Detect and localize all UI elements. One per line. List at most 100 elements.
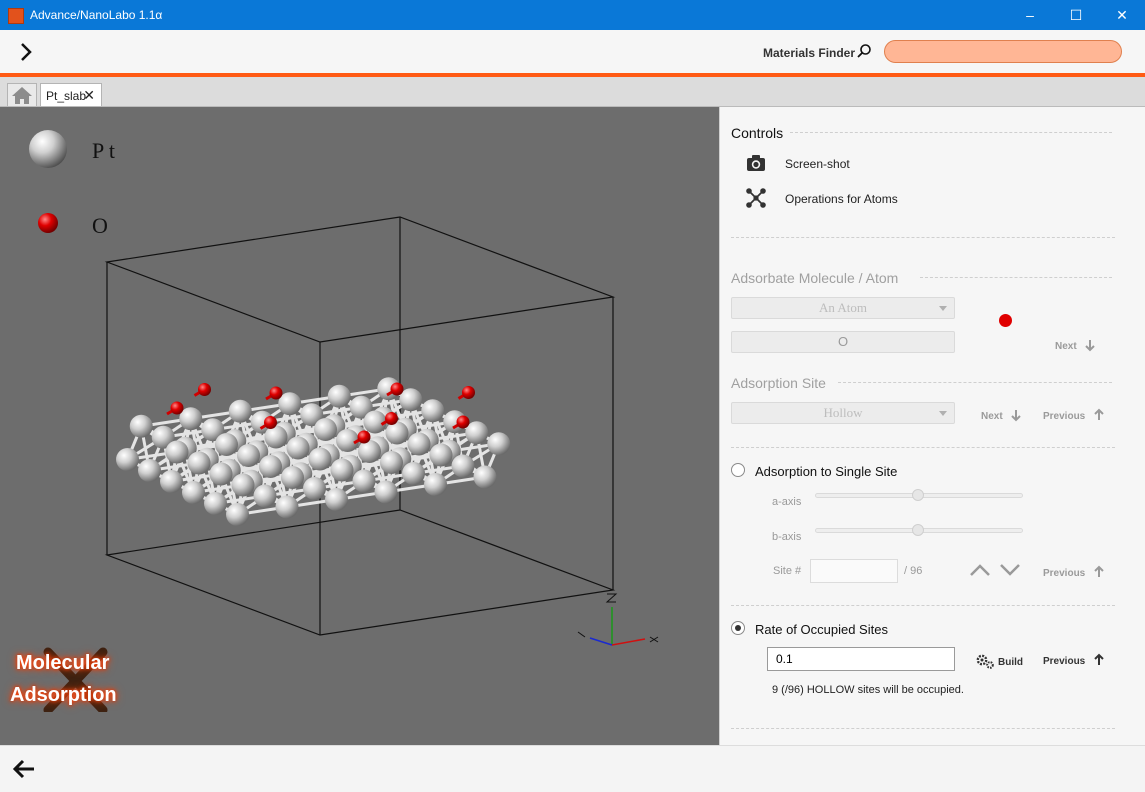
arrow-left-icon[interactable] xyxy=(12,758,36,780)
molecular-adsorption-badge: Molecular Adsorption xyxy=(8,647,158,722)
arrow-up-icon xyxy=(1094,653,1104,665)
rate-input[interactable] xyxy=(767,647,955,671)
o-atom xyxy=(170,401,184,415)
app-footer xyxy=(0,745,1145,792)
materials-finder-label: Materials Finder xyxy=(763,46,856,60)
pt-atom xyxy=(352,469,376,493)
next-label: Next xyxy=(981,411,1003,422)
b-axis-slider-thumb[interactable] xyxy=(912,524,924,536)
rate-previous-button[interactable]: Previous xyxy=(1043,653,1106,667)
o-atom xyxy=(264,416,277,429)
search-icon[interactable] xyxy=(856,43,872,59)
rate-radio[interactable] xyxy=(731,621,745,635)
adsorbate-title: Adsorbate Molecule / Atom xyxy=(731,270,899,286)
pt-atom xyxy=(402,462,425,485)
build-button[interactable]: Build xyxy=(975,652,1023,670)
rate-label: Rate of Occupied Sites xyxy=(755,622,888,637)
adsorption-site-value: Hollow xyxy=(823,405,863,420)
badge-line-molecular: Molecular xyxy=(16,652,110,674)
o-atom xyxy=(357,430,371,444)
site-next-button[interactable]: Next xyxy=(981,408,1023,422)
pt-atom xyxy=(429,443,453,467)
home-icon xyxy=(12,87,32,104)
pt-atom xyxy=(314,418,337,441)
pt-atom xyxy=(165,440,189,464)
tab-label: Pt_slab xyxy=(46,89,87,103)
pt-atom xyxy=(374,480,398,504)
chevron-up-icon[interactable] xyxy=(969,561,991,579)
pt-atom xyxy=(259,455,282,478)
b-axis-label: b-axis xyxy=(772,531,802,543)
pt-atom xyxy=(325,488,348,511)
camera-icon[interactable] xyxy=(745,152,767,174)
adsorbate-next-button[interactable]: Next xyxy=(1055,338,1097,352)
minimize-button[interactable]: – xyxy=(1007,0,1053,30)
chevron-down-icon[interactable] xyxy=(999,561,1021,579)
pt-atom xyxy=(264,425,288,449)
right-panel: Controls Screen-shot Operations for Atom… xyxy=(719,107,1145,745)
a-axis-label: a-axis xyxy=(772,496,802,508)
chevron-right-icon[interactable] xyxy=(16,40,36,64)
home-tab[interactable] xyxy=(7,83,37,106)
single-site-label: Adsorption to Single Site xyxy=(755,464,898,479)
build-label: Build xyxy=(998,657,1023,668)
o-atom xyxy=(269,386,283,400)
divider xyxy=(838,382,1112,383)
structure-viewer[interactable]: P t O Molecular Adsorption xyxy=(0,107,719,745)
operations-for-atoms-button[interactable]: Operations for Atoms xyxy=(785,192,898,206)
close-button[interactable]: ✕ xyxy=(1099,0,1145,30)
dropdown-arrow-icon xyxy=(939,306,947,311)
pt-atom xyxy=(327,384,351,408)
adsorbate-type-select[interactable]: An Atom xyxy=(731,297,955,319)
pt-atom xyxy=(231,473,255,497)
atoms-icon[interactable] xyxy=(745,187,767,209)
tab-pt-slab[interactable]: Pt_slab ✕ xyxy=(40,83,102,106)
tab-bar: Pt_slab ✕ xyxy=(0,77,1145,107)
legend-o-sphere xyxy=(38,213,58,233)
divider xyxy=(790,132,1112,133)
pt-atom xyxy=(473,465,497,489)
single-site-radio[interactable] xyxy=(731,463,745,477)
o-atom xyxy=(462,386,475,399)
window-title: Advance/NanoLabo 1.1α xyxy=(30,8,163,22)
pt-atom xyxy=(308,447,332,471)
pt-atom xyxy=(116,448,139,471)
controls-title: Controls xyxy=(731,125,784,141)
screenshot-button[interactable]: Screen-shot xyxy=(785,157,850,171)
pt-atom xyxy=(209,462,233,486)
pt-atom xyxy=(187,451,211,475)
adsorption-site-title: Adsorption Site xyxy=(731,375,826,391)
divider xyxy=(731,237,1115,238)
divider xyxy=(731,447,1115,448)
gears-icon xyxy=(976,654,994,669)
pt-atom xyxy=(204,492,227,515)
a-axis-slider-thumb[interactable] xyxy=(912,489,924,501)
materials-finder-input[interactable] xyxy=(884,40,1122,63)
pt-atom xyxy=(421,399,445,423)
rate-status-text: 9 (/96) HOLLOW sites will be occupied. xyxy=(772,684,964,696)
single-site-previous-button[interactable]: Previous xyxy=(1043,565,1106,579)
pt-atom xyxy=(275,495,299,519)
tab-close-icon[interactable]: ✕ xyxy=(83,87,95,104)
pt-atom xyxy=(215,433,238,456)
site-number-input[interactable] xyxy=(810,559,898,583)
window-titlebar: Advance/NanoLabo 1.1α – ☐ ✕ xyxy=(0,0,1145,30)
divider xyxy=(920,277,1112,278)
pt-atom xyxy=(424,473,447,496)
pt-atom xyxy=(407,432,431,456)
site-previous-button[interactable]: Previous xyxy=(1043,408,1106,422)
app-icon xyxy=(8,8,24,24)
pt-atom xyxy=(358,440,381,463)
arrow-up-icon xyxy=(1094,565,1104,577)
badge-line-adsorption: Adsorption xyxy=(10,684,117,706)
maximize-button[interactable]: ☐ xyxy=(1053,0,1099,30)
pt-atom xyxy=(253,484,277,508)
pt-atom xyxy=(182,481,205,504)
adsorbate-element-button[interactable]: O xyxy=(731,331,955,353)
divider xyxy=(731,605,1115,606)
adsorption-site-select[interactable]: Hollow xyxy=(731,402,955,424)
axes-indicator xyxy=(577,593,659,646)
pt-atom xyxy=(303,477,326,500)
previous-label: Previous xyxy=(1043,568,1086,579)
adsorbate-type-value: An Atom xyxy=(818,300,868,315)
